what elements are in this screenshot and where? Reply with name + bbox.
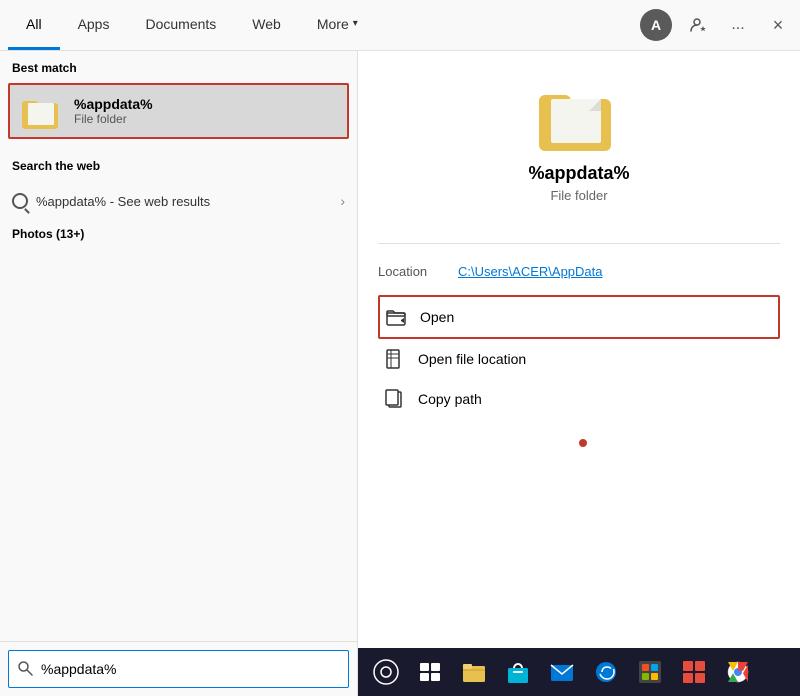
best-match-text: %appdata% File folder xyxy=(74,96,153,126)
web-search-item[interactable]: %appdata% - See web results › xyxy=(12,187,345,215)
tab-web-label: Web xyxy=(252,16,281,32)
photos-label: Photos (13+) xyxy=(0,219,357,249)
arrow-right-icon: › xyxy=(340,193,345,209)
copy-path-label: Copy path xyxy=(418,391,482,407)
copy-path-button[interactable]: Copy path xyxy=(378,379,780,419)
tab-all-label: All xyxy=(26,16,42,32)
right-panel: %appdata% File folder Location C:\Users\… xyxy=(358,51,800,696)
taskbar-search[interactable] xyxy=(366,652,406,692)
avatar-letter: A xyxy=(651,17,661,33)
search-box[interactable] xyxy=(8,650,349,688)
best-match-item[interactable]: %appdata% File folder xyxy=(8,83,349,139)
tab-web[interactable]: Web xyxy=(234,0,299,50)
search-box-container xyxy=(0,641,357,696)
open-label: Open xyxy=(420,309,454,325)
folder-type: File folder xyxy=(550,188,607,203)
location-path[interactable]: C:\Users\ACER\AppData xyxy=(458,264,603,279)
best-match-type: File folder xyxy=(74,112,153,126)
left-panel: Best match %appdata% File folder Search … xyxy=(0,51,358,696)
tab-more[interactable]: More ▾ xyxy=(299,0,376,50)
taskbar-chrome[interactable] xyxy=(718,652,758,692)
search-box-icon xyxy=(17,660,33,679)
feedback-button[interactable] xyxy=(684,11,712,39)
tab-all[interactable]: All xyxy=(8,0,60,50)
taskbar-tiles[interactable] xyxy=(674,652,714,692)
search-input[interactable] xyxy=(41,661,340,677)
web-section-label: Search the web xyxy=(0,149,357,179)
taskbar xyxy=(358,648,800,696)
folder-icon xyxy=(22,93,62,129)
content-area: Best match %appdata% File folder Search … xyxy=(0,51,800,696)
more-options-button[interactable]: ... xyxy=(724,11,752,39)
tab-apps-label: Apps xyxy=(78,16,110,32)
taskbar-store[interactable] xyxy=(498,652,538,692)
taskbar-edge[interactable] xyxy=(586,652,626,692)
taskbar-ms-store[interactable] xyxy=(630,652,670,692)
divider xyxy=(378,243,780,244)
close-button[interactable]: × xyxy=(764,11,792,39)
best-match-label: Best match xyxy=(0,51,357,81)
folder-icon-xl xyxy=(539,81,619,151)
copy-path-icon xyxy=(382,387,406,411)
more-icon: ... xyxy=(731,16,744,34)
mic-indicator xyxy=(579,439,587,447)
open-file-location-label: Open file location xyxy=(418,351,526,367)
open-button[interactable]: Open xyxy=(378,295,780,339)
tab-documents[interactable]: Documents xyxy=(127,0,234,50)
taskbar-mail[interactable] xyxy=(542,652,582,692)
open-file-location-button[interactable]: Open file location xyxy=(378,339,780,379)
nav-tabs: All Apps Documents Web More ▾ A xyxy=(0,0,800,51)
search-icon xyxy=(12,193,28,209)
tab-apps[interactable]: Apps xyxy=(60,0,128,50)
open-file-location-icon xyxy=(382,347,406,371)
open-icon xyxy=(384,305,408,329)
location-label: Location xyxy=(378,264,458,279)
close-icon: × xyxy=(773,15,784,36)
tab-documents-label: Documents xyxy=(145,16,216,32)
folder-name: %appdata% xyxy=(528,163,629,184)
tab-more-label: More xyxy=(317,16,349,32)
folder-preview: %appdata% File folder xyxy=(528,81,629,223)
location-row: Location C:\Users\ACER\AppData xyxy=(378,260,780,295)
avatar[interactable]: A xyxy=(640,9,672,41)
chevron-down-icon: ▾ xyxy=(353,18,358,29)
web-section: %appdata% - See web results › xyxy=(0,179,357,219)
taskbar-file-explorer[interactable] xyxy=(454,652,494,692)
taskbar-task-view[interactable] xyxy=(410,652,450,692)
web-item-text: %appdata% - See web results xyxy=(36,194,340,209)
best-match-name: %appdata% xyxy=(74,96,153,112)
